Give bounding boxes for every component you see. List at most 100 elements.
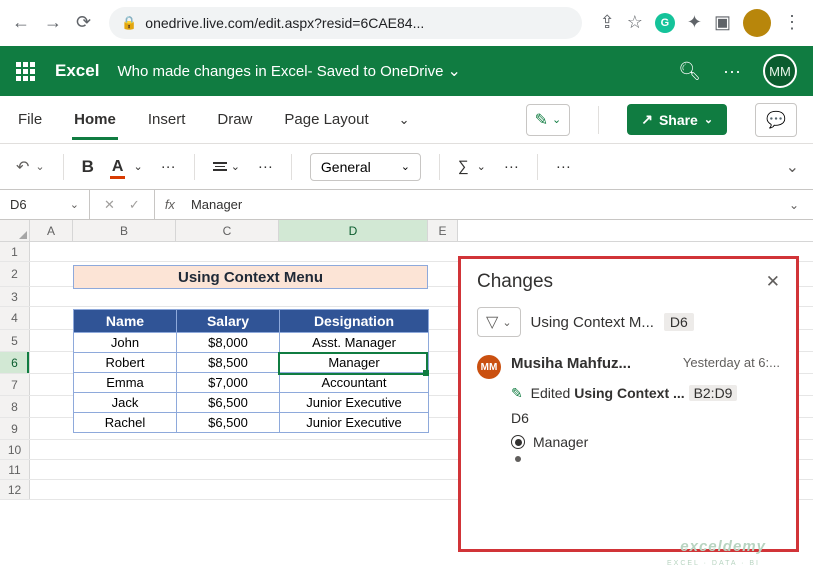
tab-home[interactable]: Home: [72, 99, 118, 140]
row-header[interactable]: 4: [0, 307, 30, 329]
filter-cell-badge: D6: [664, 313, 694, 331]
user-avatar[interactable]: MM: [763, 54, 797, 88]
font-color-button[interactable]: A⌄: [112, 158, 143, 176]
change-cell: D6: [511, 410, 780, 426]
sheet-title[interactable]: Using Context Menu: [73, 265, 428, 289]
cancel-icon[interactable]: ✕: [104, 197, 115, 213]
share-label: Share: [659, 112, 698, 128]
pen-icon: ✎: [511, 385, 523, 401]
align-center-button[interactable]: ⌄: [213, 160, 240, 173]
url-text: onedrive.live.com/edit.aspx?resid=6CAE84…: [145, 15, 424, 31]
share-url-icon[interactable]: ⇪: [600, 12, 615, 33]
doc-saved[interactable]: - Saved to OneDrive: [308, 63, 444, 80]
table-header: Name Salary Designation: [74, 310, 429, 333]
url-bar[interactable]: 🔒 onedrive.live.com/edit.aspx?resid=6CAE…: [109, 7, 582, 39]
row-header[interactable]: 2: [0, 262, 30, 286]
close-icon[interactable]: ✕: [766, 272, 780, 292]
number-format-label: General: [321, 159, 371, 175]
tab-insert[interactable]: Insert: [146, 99, 188, 140]
table-row: Robert$8,500Manager: [74, 353, 429, 373]
undo-more-icon[interactable]: ⌄: [35, 160, 44, 173]
grammarly-icon[interactable]: G: [655, 13, 675, 33]
app-launcher-icon[interactable]: [16, 62, 35, 81]
browser-menu-icon[interactable]: ⋮: [783, 12, 801, 33]
th-name[interactable]: Name: [74, 310, 177, 333]
expand-formula-icon[interactable]: ⌄: [789, 198, 813, 212]
row-header[interactable]: 10: [0, 440, 30, 459]
reload-icon[interactable]: ⟳: [76, 12, 91, 33]
share-icon: ↗: [641, 111, 653, 128]
forward-icon[interactable]: →: [44, 12, 62, 33]
editing-more-button[interactable]: ···: [504, 158, 519, 175]
more-icon[interactable]: ···: [723, 61, 741, 82]
number-format-select[interactable]: General ⌄: [310, 153, 421, 181]
comments-button[interactable]: 💬: [755, 103, 797, 137]
change-entry[interactable]: MM Musiha Mahfuz... Yesterday at 6:...: [477, 355, 780, 379]
chevron-down-icon: ⌄: [502, 316, 511, 329]
extensions-icon[interactable]: ✦: [687, 12, 702, 33]
watermark-sub: EXCEL · DATA · BI: [667, 560, 760, 567]
collapse-ribbon-icon[interactable]: ⌄: [786, 157, 799, 177]
col-header[interactable]: A: [30, 220, 73, 241]
search-icon[interactable]: 🔍︎: [678, 61, 701, 82]
change-range-badge: B2:D9: [689, 385, 738, 401]
font-more-button[interactable]: ···: [161, 158, 176, 175]
confirm-icon[interactable]: ✓: [129, 197, 140, 213]
tab-file[interactable]: File: [16, 99, 44, 140]
fx-label[interactable]: fx: [155, 197, 185, 212]
reader-icon[interactable]: ▣: [714, 12, 731, 33]
tab-draw[interactable]: Draw: [215, 99, 254, 140]
lock-icon: 🔒: [121, 15, 137, 31]
excel-header: Excel Who made changes in Excel - Saved …: [0, 46, 813, 96]
row-header[interactable]: 3: [0, 287, 30, 306]
tab-page-layout[interactable]: Page Layout: [282, 99, 370, 140]
row-header[interactable]: 5: [0, 330, 30, 351]
star-icon[interactable]: ☆: [627, 12, 643, 33]
row-header[interactable]: 1: [0, 242, 30, 261]
change-action: Edited: [531, 385, 571, 401]
editing-mode-button[interactable]: ✎ ⌄: [526, 104, 571, 136]
ribbon-more-button[interactable]: ···: [556, 158, 571, 175]
data-table: Name Salary Designation John$8,000Asst. …: [73, 309, 429, 433]
autosum-button[interactable]: ∑⌄: [458, 158, 486, 175]
share-button[interactable]: ↗ Share ⌄: [627, 104, 727, 135]
col-header[interactable]: B: [73, 220, 176, 241]
app-name: Excel: [55, 61, 99, 81]
row-header[interactable]: 11: [0, 460, 30, 479]
row-header[interactable]: 6: [0, 352, 30, 373]
change-user: Musiha Mahfuz...: [511, 355, 631, 379]
doc-title[interactable]: Who made changes in Excel: [117, 63, 307, 80]
formula-value[interactable]: Manager: [185, 197, 242, 212]
back-icon[interactable]: ←: [12, 12, 30, 33]
chevron-down-icon: ⌄: [704, 113, 713, 126]
col-header[interactable]: D: [279, 220, 428, 241]
align-more-button[interactable]: ···: [258, 158, 273, 175]
row-header[interactable]: 12: [0, 480, 30, 499]
data-region: Using Context Menu Name Salary Designati…: [73, 265, 429, 433]
th-salary[interactable]: Salary: [177, 310, 280, 333]
col-header[interactable]: E: [428, 220, 458, 241]
row-header[interactable]: 9: [0, 418, 30, 439]
row-header[interactable]: 7: [0, 374, 30, 395]
watermark: exceldemy: [680, 538, 766, 555]
th-designation[interactable]: Designation: [280, 310, 429, 333]
row-header[interactable]: 8: [0, 396, 30, 417]
undo-icon[interactable]: ↶: [16, 157, 29, 177]
table-row: John$8,000Asst. Manager: [74, 333, 429, 353]
changes-panel: Changes ✕ ▽ ⌄ Using Context M... D6 MM M…: [458, 256, 799, 552]
change-time: Yesterday at 6:...: [683, 355, 780, 379]
cell-ref: D6: [10, 197, 27, 212]
dot-icon: [515, 456, 521, 462]
bold-button[interactable]: B: [82, 157, 94, 177]
select-all-corner[interactable]: [0, 220, 30, 241]
tabs-more-icon[interactable]: ⌄: [399, 112, 410, 128]
chevron-down-icon[interactable]: ⌄: [447, 61, 460, 81]
user-avatar-small: MM: [477, 355, 501, 379]
ribbon-tabs: File Home Insert Draw Page Layout ⌄ ✎ ⌄ …: [0, 96, 813, 144]
profile-avatar[interactable]: [743, 9, 771, 37]
name-box[interactable]: D6 ⌄: [0, 190, 90, 219]
col-header[interactable]: C: [176, 220, 279, 241]
filter-button[interactable]: ▽ ⌄: [477, 307, 521, 337]
table-row: Jack$6,500Junior Executive: [74, 393, 429, 413]
change-sheet: Using Context ...: [574, 385, 684, 401]
